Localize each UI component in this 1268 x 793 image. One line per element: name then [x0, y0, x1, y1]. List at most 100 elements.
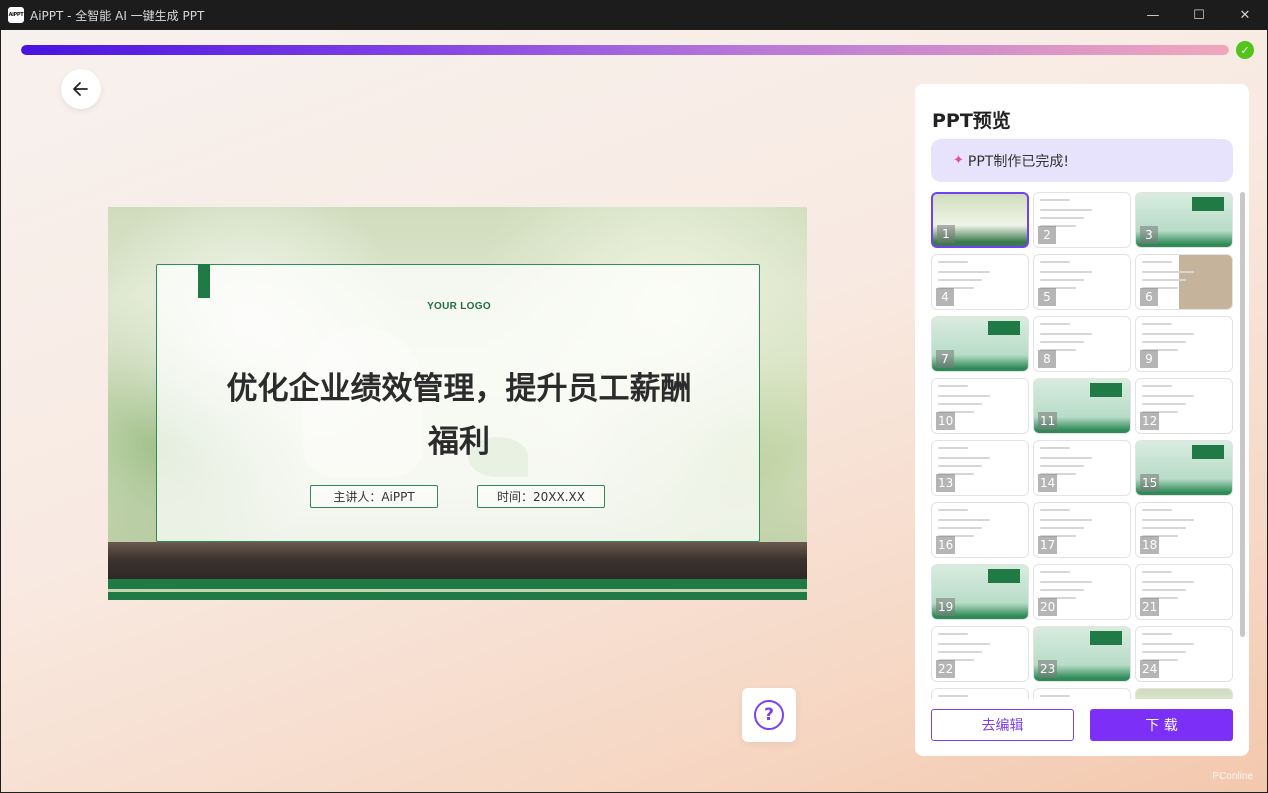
thumbnail-text-line [1040, 199, 1070, 201]
slide-number: 7 [936, 350, 954, 368]
edit-button[interactable]: 去编辑 [931, 709, 1074, 741]
slide-number: 22 [936, 660, 956, 678]
thumbnail-text-line [1040, 571, 1070, 573]
section-badge [988, 569, 1020, 583]
thumbnail-text-line [1142, 403, 1186, 405]
thumbnail-text-line [1040, 209, 1092, 211]
slide-thumbnail[interactable]: 23 [1033, 626, 1131, 682]
maximize-button[interactable]: ☐ [1176, 0, 1222, 30]
slide-thumbnail[interactable]: 19 [931, 564, 1029, 620]
thumbnail-text-line [1142, 633, 1172, 635]
slide-thumbnail[interactable]: 18 [1135, 502, 1233, 558]
slide-number: 11 [1038, 412, 1058, 430]
thumbnail-text-line [1040, 217, 1084, 219]
thumbnail-text-line [1040, 333, 1092, 335]
arrow-left-icon [73, 82, 88, 96]
ppt-preview-panel: PPT预览 ✦ PPT制作已完成! 1 2 3 4 5 6 7 8 9 10 11 12 13 14 15 1… [915, 84, 1249, 756]
slide-number: 3 [1140, 226, 1158, 244]
slide-title-card: YOUR LOGO 优化企业绩效管理，提升员工薪酬福利 主讲人：AiPPT 时间… [156, 264, 760, 542]
thumbnail-text-line [938, 447, 968, 449]
slide-thumbnail[interactable]: 14 [1033, 440, 1131, 496]
slide-thumbnail[interactable]: 1 [931, 192, 1029, 248]
download-button[interactable]: 下 载 [1090, 709, 1233, 741]
slide-thumbnail[interactable]: 24 [1135, 626, 1233, 682]
presenter-label: 主讲人：AiPPT [310, 485, 438, 508]
thumbnail-text-line [938, 527, 982, 529]
slide-thumbnail[interactable] [931, 688, 1029, 699]
thumbnail-text-line [1040, 509, 1070, 511]
slide-footer-bar [108, 579, 807, 589]
thumbnail-text-line [938, 271, 990, 273]
slide-thumbnail[interactable] [1135, 688, 1233, 699]
thumbnail-text-line [1142, 651, 1186, 653]
slide-preview: YOUR LOGO 优化企业绩效管理，提升员工薪酬福利 主讲人：AiPPT 时间… [108, 207, 807, 600]
thumbnail-text-line [938, 643, 990, 645]
thumbnail-text-line [1142, 571, 1172, 573]
minimize-button[interactable]: — [1130, 0, 1176, 30]
slide-number: 23 [1038, 660, 1058, 678]
slide-number: 20 [1038, 598, 1058, 616]
slide-thumbnail[interactable] [1033, 688, 1131, 699]
slide-number: 10 [936, 412, 956, 430]
thumbnail-text-line [1040, 589, 1084, 591]
slide-number: 6 [1140, 288, 1158, 306]
thumbnail-text-line [1040, 695, 1070, 697]
close-button[interactable]: ✕ [1222, 0, 1268, 30]
slide-thumbnail[interactable]: 5 [1033, 254, 1131, 310]
slide-thumbnail[interactable]: 7 [931, 316, 1029, 372]
thumbnail-text-line [938, 465, 982, 467]
thumbnail-text-line [1142, 581, 1194, 583]
slide-thumbnail[interactable]: 12 [1135, 378, 1233, 434]
slide-thumbnail[interactable]: 8 [1033, 316, 1131, 372]
soil-image [108, 542, 807, 584]
generation-progress-bar [21, 45, 1229, 55]
thumbnail-text-line [1142, 333, 1194, 335]
thumbnail-text-line [938, 279, 982, 281]
slide-number: 5 [1038, 288, 1056, 306]
slide-thumbnail[interactable]: 20 [1033, 564, 1131, 620]
completion-banner: ✦ PPT制作已完成! [931, 139, 1233, 182]
thumbnail-scrollbar[interactable] [1240, 192, 1245, 637]
thumbnail-text-line [1040, 341, 1084, 343]
thumbnail-text-line [1142, 519, 1194, 521]
section-badge [1090, 383, 1122, 397]
slide-title: 优化企业绩效管理，提升员工薪酬福利 [226, 371, 692, 460]
slide-thumbnail[interactable]: 16 [931, 502, 1029, 558]
thumbnail-text-line [1142, 643, 1194, 645]
slide-thumbnail[interactable]: 6 [1135, 254, 1233, 310]
slide-thumbnail[interactable]: 2 [1033, 192, 1131, 248]
back-button[interactable] [61, 69, 101, 109]
slide-thumbnail[interactable]: 3 [1135, 192, 1233, 248]
card-accent [198, 264, 210, 298]
help-button[interactable]: ? [742, 688, 796, 742]
title-bar: AiPPT AiPPT - 全智能 AI 一键生成 PPT — ☐ ✕ [0, 0, 1268, 30]
time-label: 时间：20XX.XX [477, 485, 605, 508]
panel-title: PPT预览 [932, 110, 1011, 132]
thumbnail-text-line [1142, 395, 1194, 397]
thumbnail-text-line [1142, 261, 1172, 263]
main-content: ✓ YOUR LOGO 优化企业绩效管理，提升员工薪酬福利 主讲人：AiPPT … [1, 30, 1267, 792]
thumbnail-list[interactable]: 1 2 3 4 5 6 7 8 9 10 11 12 13 14 15 16 17 18 19 20 21 22 23 24 [931, 192, 1234, 699]
thumbnail-text-line [1040, 261, 1070, 263]
party-popper-icon: ✦ [953, 153, 964, 168]
slide-thumbnail[interactable]: 15 [1135, 440, 1233, 496]
slide-thumbnail[interactable]: 13 [931, 440, 1029, 496]
slide-thumbnail[interactable]: 22 [931, 626, 1029, 682]
thumbnail-text-line [1142, 385, 1172, 387]
thumbnail-text-line [938, 385, 968, 387]
slide-thumbnail[interactable]: 11 [1033, 378, 1131, 434]
slide-thumbnail[interactable]: 17 [1033, 502, 1131, 558]
thumbnail-text-line [1040, 457, 1092, 459]
slide-thumbnail[interactable]: 21 [1135, 564, 1233, 620]
slide-number: 24 [1140, 660, 1160, 678]
slide-number: 9 [1140, 350, 1158, 368]
slide-number: 19 [936, 598, 956, 616]
app-logo-icon: AiPPT [8, 7, 24, 23]
window-title: AiPPT - 全智能 AI 一键生成 PPT [30, 8, 205, 23]
thumbnail-text-line [1040, 323, 1070, 325]
slide-thumbnail[interactable]: 10 [931, 378, 1029, 434]
slide-number: 8 [1038, 350, 1056, 368]
thumbnail-text-line [938, 395, 990, 397]
slide-thumbnail[interactable]: 4 [931, 254, 1029, 310]
slide-thumbnail[interactable]: 9 [1135, 316, 1233, 372]
